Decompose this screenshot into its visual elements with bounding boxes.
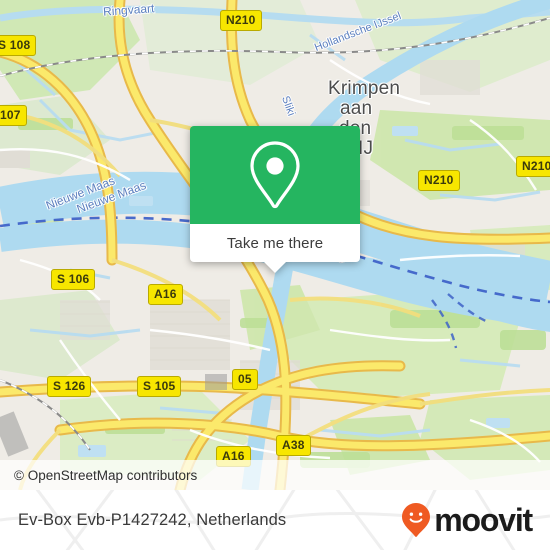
moovit-wordmark: moovit	[434, 502, 533, 538]
attribution-text: © OpenStreetMap contributors	[14, 467, 198, 483]
moovit-logo[interactable]: moovit	[401, 502, 533, 538]
moovit-location-card: Ringvaart Hollandsche IJssel Nieuwe Maas…	[0, 0, 550, 550]
callout-pin-panel	[190, 126, 360, 224]
map-pin-icon	[250, 141, 300, 209]
footer-bar: Ev-Box Evb-P1427242, Netherlands moovit	[0, 490, 550, 550]
moovit-smiley-pin-icon	[402, 503, 431, 537]
location-callout[interactable]: Take me there	[190, 126, 360, 273]
map-attribution[interactable]: © OpenStreetMap contributors	[0, 460, 550, 490]
map-canvas[interactable]: Ringvaart Hollandsche IJssel Nieuwe Maas…	[0, 0, 550, 490]
place-title: Ev-Box Evb-P1427242, Netherlands	[18, 510, 287, 529]
take-me-there-label: Take me there	[226, 234, 324, 252]
take-me-there-button[interactable]: Take me there	[190, 224, 360, 262]
callout-tail	[264, 262, 286, 273]
